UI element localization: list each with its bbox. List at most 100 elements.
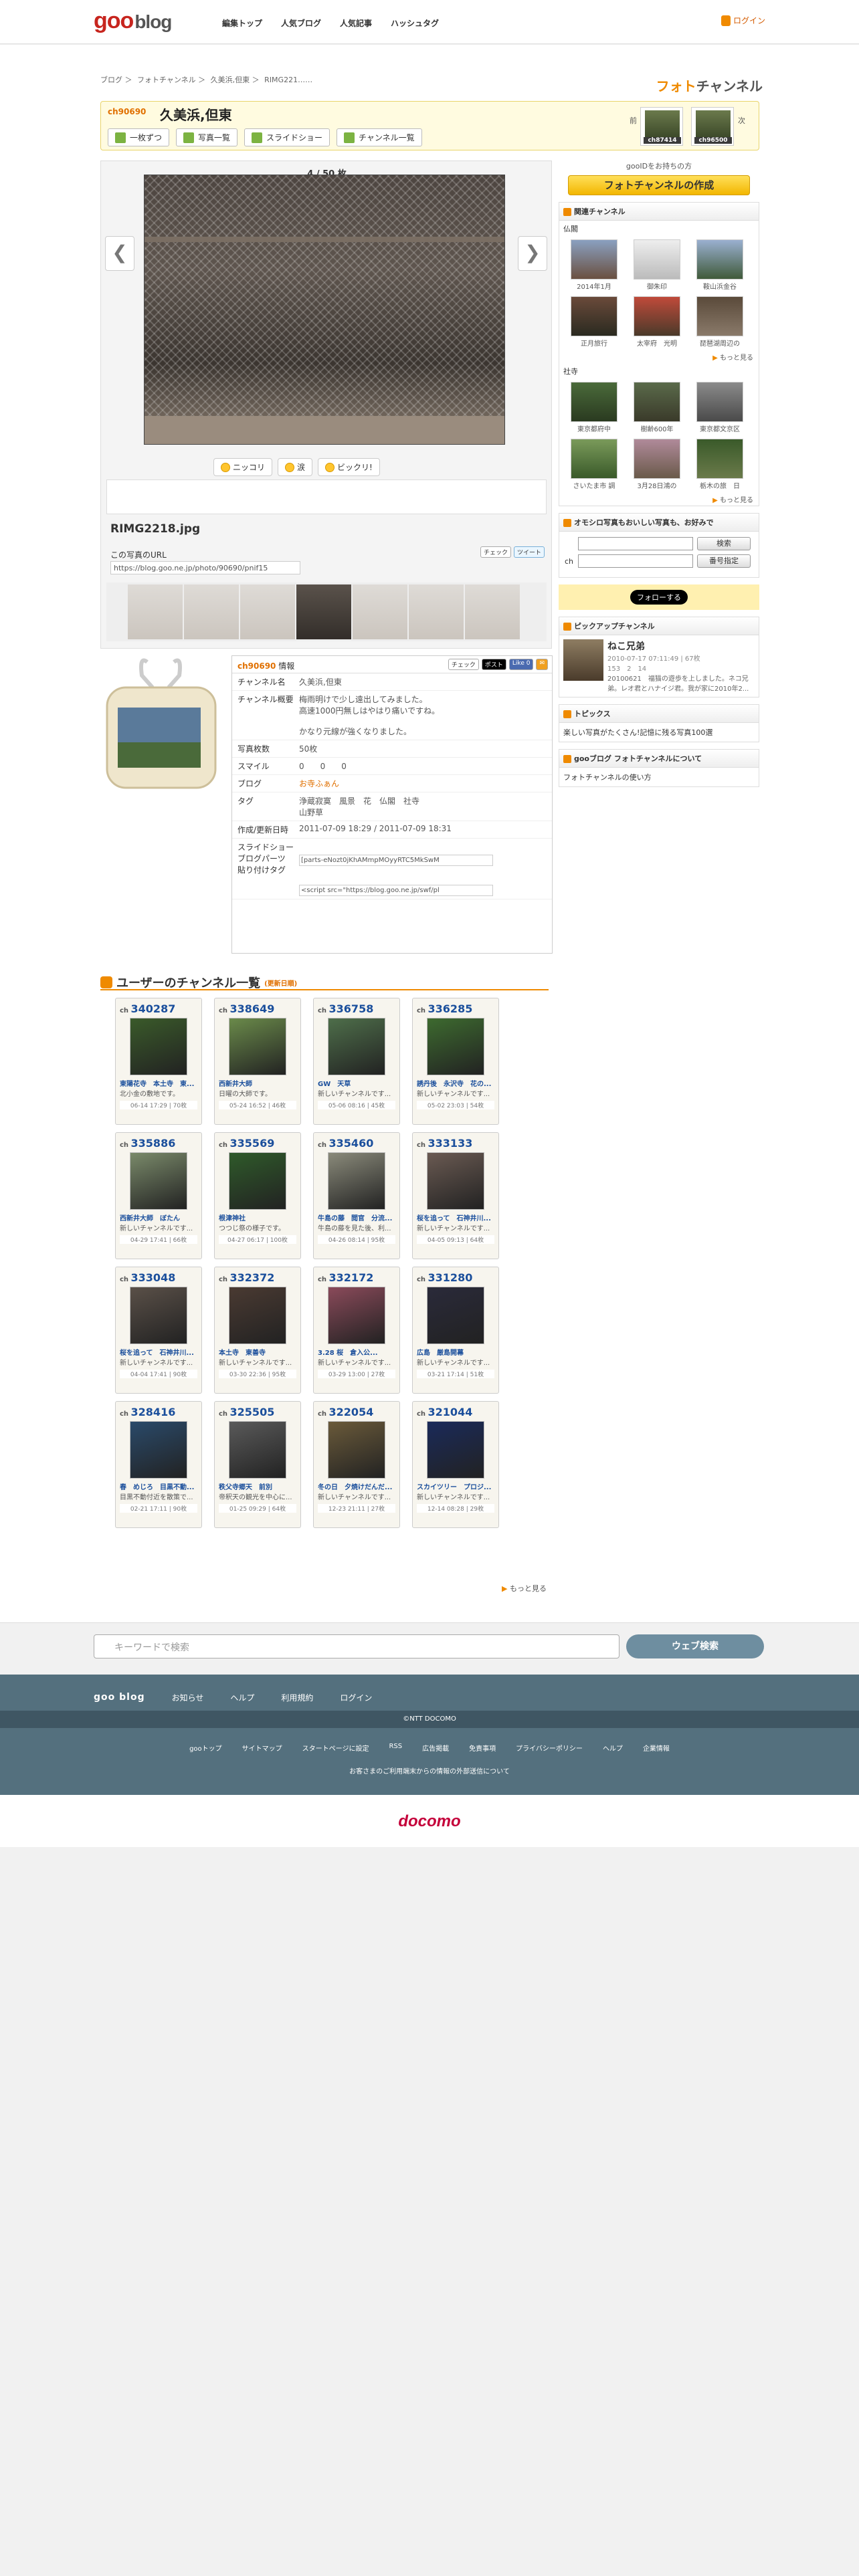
embed-tag-2[interactable]: <script src="https://blog.goo.ne.jp/swf/… xyxy=(299,885,493,896)
more-link[interactable]: もっと見る xyxy=(559,350,759,363)
next-photo-button[interactable]: ❯ xyxy=(518,236,547,271)
card-title[interactable]: GW 天草 xyxy=(318,1078,395,1088)
card-title[interactable]: 誘丹後 永沢寺 花の... xyxy=(417,1078,494,1088)
keyword-input[interactable] xyxy=(578,537,693,550)
bikkuri-button[interactable]: ビックリ! xyxy=(318,458,380,476)
channel-card[interactable]: ch 338649 西新井大師 日曜の大師です。 05-24 16:52 | 46枚 xyxy=(214,998,301,1125)
breadcrumb-photochannel[interactable]: フォトチャンネル ＞ xyxy=(137,76,205,84)
footer-link[interactable]: プライバシーポリシー xyxy=(516,1743,583,1753)
card-title[interactable]: 3.28 桜 倉入公... xyxy=(318,1347,395,1357)
related-item[interactable]: 琵琶湖周辺の xyxy=(693,296,747,348)
card-channel-number[interactable]: ch 335569 xyxy=(219,1137,296,1150)
tweet-button[interactable]: ツイート xyxy=(513,546,545,558)
thumbnail[interactable] xyxy=(240,584,295,639)
card-thumbnail[interactable] xyxy=(130,1152,187,1210)
card-channel-number[interactable]: ch 335460 xyxy=(318,1137,395,1150)
footer-link[interactable]: ヘルプ xyxy=(230,1692,254,1703)
thumbnail[interactable] xyxy=(353,584,407,639)
related-item[interactable]: さいたま市 調 xyxy=(567,439,621,490)
channel-number-input[interactable] xyxy=(578,554,693,568)
card-title[interactable]: 根津神社 xyxy=(219,1212,296,1222)
nikkori-button[interactable]: ニッコリ xyxy=(213,458,273,476)
card-thumbnail[interactable] xyxy=(328,1421,385,1479)
card-title[interactable]: スカイツリー プロジ... xyxy=(417,1481,494,1491)
card-title[interactable]: 桜を追って 石神井川... xyxy=(417,1212,494,1222)
more-link[interactable]: もっと見る xyxy=(559,493,759,506)
one-by-one-button[interactable]: 一枚ずつ xyxy=(108,128,170,146)
main-photo[interactable] xyxy=(144,175,505,445)
check-button[interactable]: チェック xyxy=(448,659,479,670)
card-thumbnail[interactable] xyxy=(229,1152,286,1210)
card-channel-number[interactable]: ch 332372 xyxy=(219,1271,296,1284)
footer-link[interactable]: ヘルプ xyxy=(603,1743,623,1753)
card-channel-number[interactable]: ch 332172 xyxy=(318,1271,395,1284)
card-title[interactable]: 西新井大師 ぼたん xyxy=(120,1212,197,1222)
goo-blog-logo[interactable]: gooblog xyxy=(94,8,172,34)
card-thumbnail[interactable] xyxy=(427,1152,484,1210)
related-item[interactable]: 太宰府 光明 xyxy=(630,296,684,348)
docomo-logo[interactable]: docomo xyxy=(0,1795,859,1847)
card-channel-number[interactable]: ch 322054 xyxy=(318,1406,395,1418)
card-channel-number[interactable]: ch 325505 xyxy=(219,1406,296,1418)
footer-link[interactable]: ログイン xyxy=(340,1692,372,1703)
card-title[interactable]: 東陽花寺 本土寺 東... xyxy=(120,1078,197,1088)
pickup-thumb[interactable] xyxy=(563,639,603,681)
footer-link[interactable]: 企業情報 xyxy=(643,1743,670,1753)
footer-link[interactable]: RSS xyxy=(389,1743,402,1753)
channel-card[interactable]: ch 335886 西新井大師 ぼたん 新しいチャンネルです... 04-29 17:… xyxy=(115,1132,202,1259)
related-item[interactable]: 3月28日鴻の xyxy=(630,439,684,490)
channel-card[interactable]: ch 325505 秩父寺郷天 前別 帝釈天の観光を中心に... 01-25 09:2… xyxy=(214,1401,301,1528)
card-title[interactable]: 西新井大師 xyxy=(219,1078,296,1088)
photo-url-field[interactable]: https://blog.goo.ne.jp/photo/90690/pnif1… xyxy=(110,561,300,574)
footer-link[interactable]: スタートページに設定 xyxy=(302,1743,369,1753)
channel-card[interactable]: ch 333133 桜を追って 石神井川... 新しいチャンネルです... 04-05… xyxy=(412,1132,499,1259)
channel-card[interactable]: ch 331280 広島 厳島開幕 新しいチャンネルです... 03-21 17:14… xyxy=(412,1267,499,1394)
card-thumbnail[interactable] xyxy=(328,1152,385,1210)
channel-card[interactable]: ch 336758 GW 天草 新しいチャンネルです... 05-06 08:16 |… xyxy=(313,998,400,1125)
photo-list-button[interactable]: 写真一覧 xyxy=(176,128,238,146)
card-title[interactable]: 冬の日 夕焼けだんだ... xyxy=(318,1481,395,1491)
thumbnail[interactable] xyxy=(184,584,239,639)
check-button[interactable]: チェック xyxy=(480,546,511,558)
namida-button[interactable]: 涙 xyxy=(278,458,313,476)
number-button[interactable]: 番号指定 xyxy=(697,554,751,568)
card-channel-number[interactable]: ch 335886 xyxy=(120,1137,197,1150)
slideshow-button[interactable]: スライドショー xyxy=(244,128,330,146)
footer-link[interactable]: サイトマップ xyxy=(242,1743,282,1753)
blog-link[interactable]: お寺ふぁん xyxy=(299,778,339,789)
thumbnail[interactable] xyxy=(128,584,183,639)
footer-link[interactable]: 利用規約 xyxy=(281,1692,313,1703)
card-channel-number[interactable]: ch 338649 xyxy=(219,1002,296,1015)
footer-link[interactable]: お知らせ xyxy=(172,1692,204,1703)
follow-button[interactable]: フォローする xyxy=(630,590,688,605)
channel-card[interactable]: ch 328416 春 めじろ 目黒不動... 目黒不動付近を散策で... 02-21… xyxy=(115,1401,202,1528)
card-thumbnail[interactable] xyxy=(328,1287,385,1344)
card-thumbnail[interactable] xyxy=(427,1287,484,1344)
card-channel-number[interactable]: ch 331280 xyxy=(417,1271,494,1284)
card-channel-number[interactable]: ch 336285 xyxy=(417,1002,494,1015)
nav-hashtag[interactable]: ハッシュタグ xyxy=(391,17,439,29)
next-channel[interactable]: ch96500 xyxy=(691,107,734,146)
card-channel-number[interactable]: ch 333048 xyxy=(120,1271,197,1284)
topics-link[interactable]: 楽しい写真がたくさん!記憶に残る写真100選 xyxy=(559,723,759,742)
footer-link[interactable]: 免責事項 xyxy=(469,1743,496,1753)
search-input[interactable]: キーワードで検索 xyxy=(94,1634,619,1658)
channel-card[interactable]: ch 340287 東陽花寺 本土寺 東... 北小金の敷地です。 06-14 17:… xyxy=(115,998,202,1125)
channel-card[interactable]: ch 333048 桜を追って 石神井川... 新しいチャンネルです... 04-04… xyxy=(115,1267,202,1394)
category-label[interactable]: 仏閣 xyxy=(559,221,759,237)
channel-card[interactable]: ch 335569 根津神社 つつじ祭の様子です。 04-27 06:17 | 100… xyxy=(214,1132,301,1259)
footer-logo[interactable]: goo blog xyxy=(94,1692,145,1703)
channel-card[interactable]: ch 335460 牛島の藤 閲官 分流... 牛島の藤を見た後、利... 04-26… xyxy=(313,1132,400,1259)
card-thumbnail[interactable] xyxy=(427,1018,484,1075)
card-thumbnail[interactable] xyxy=(130,1018,187,1075)
nav-popular-blog[interactable]: 人気ブログ xyxy=(281,17,321,29)
prev-channel[interactable]: ch87414 xyxy=(640,107,683,146)
related-item[interactable]: 栃木の旅 日 xyxy=(693,439,747,490)
card-thumbnail[interactable] xyxy=(427,1421,484,1479)
pickup-name[interactable]: ねこ兄弟 xyxy=(607,639,755,653)
card-title[interactable]: 広島 厳島開幕 xyxy=(417,1347,494,1357)
login-link[interactable]: ログイン xyxy=(721,15,765,26)
related-item[interactable]: 樹齢600年 xyxy=(630,382,684,433)
card-channel-number[interactable]: ch 321044 xyxy=(417,1406,494,1418)
card-thumbnail[interactable] xyxy=(130,1287,187,1344)
